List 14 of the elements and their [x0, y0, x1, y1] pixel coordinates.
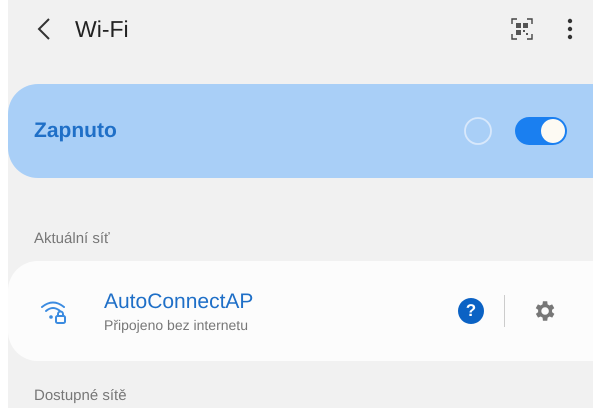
switch-label: Zapnuto: [34, 119, 118, 143]
section-title: Dostupné sítě: [33, 386, 128, 404]
network-status: Připojeno bez internetu: [104, 316, 249, 332]
wifi-switch-card[interactable]: Zapnuto: [8, 84, 593, 178]
network-name: AutoConnectAP: [104, 290, 254, 314]
more-options-icon[interactable]: [567, 18, 573, 40]
network-card[interactable]: AutoConnectAP Připojeno bez internetu ?: [8, 261, 593, 361]
loading-circle-icon: [463, 116, 493, 146]
toggle-switch[interactable]: [515, 117, 567, 145]
window-title: Wi-Fi: [75, 16, 130, 42]
help-badge[interactable]: ?: [458, 298, 484, 324]
qr-code-icon[interactable]: [511, 18, 533, 40]
back-icon[interactable]: [37, 17, 51, 41]
section-title: Aktuální síť: [33, 229, 111, 247]
